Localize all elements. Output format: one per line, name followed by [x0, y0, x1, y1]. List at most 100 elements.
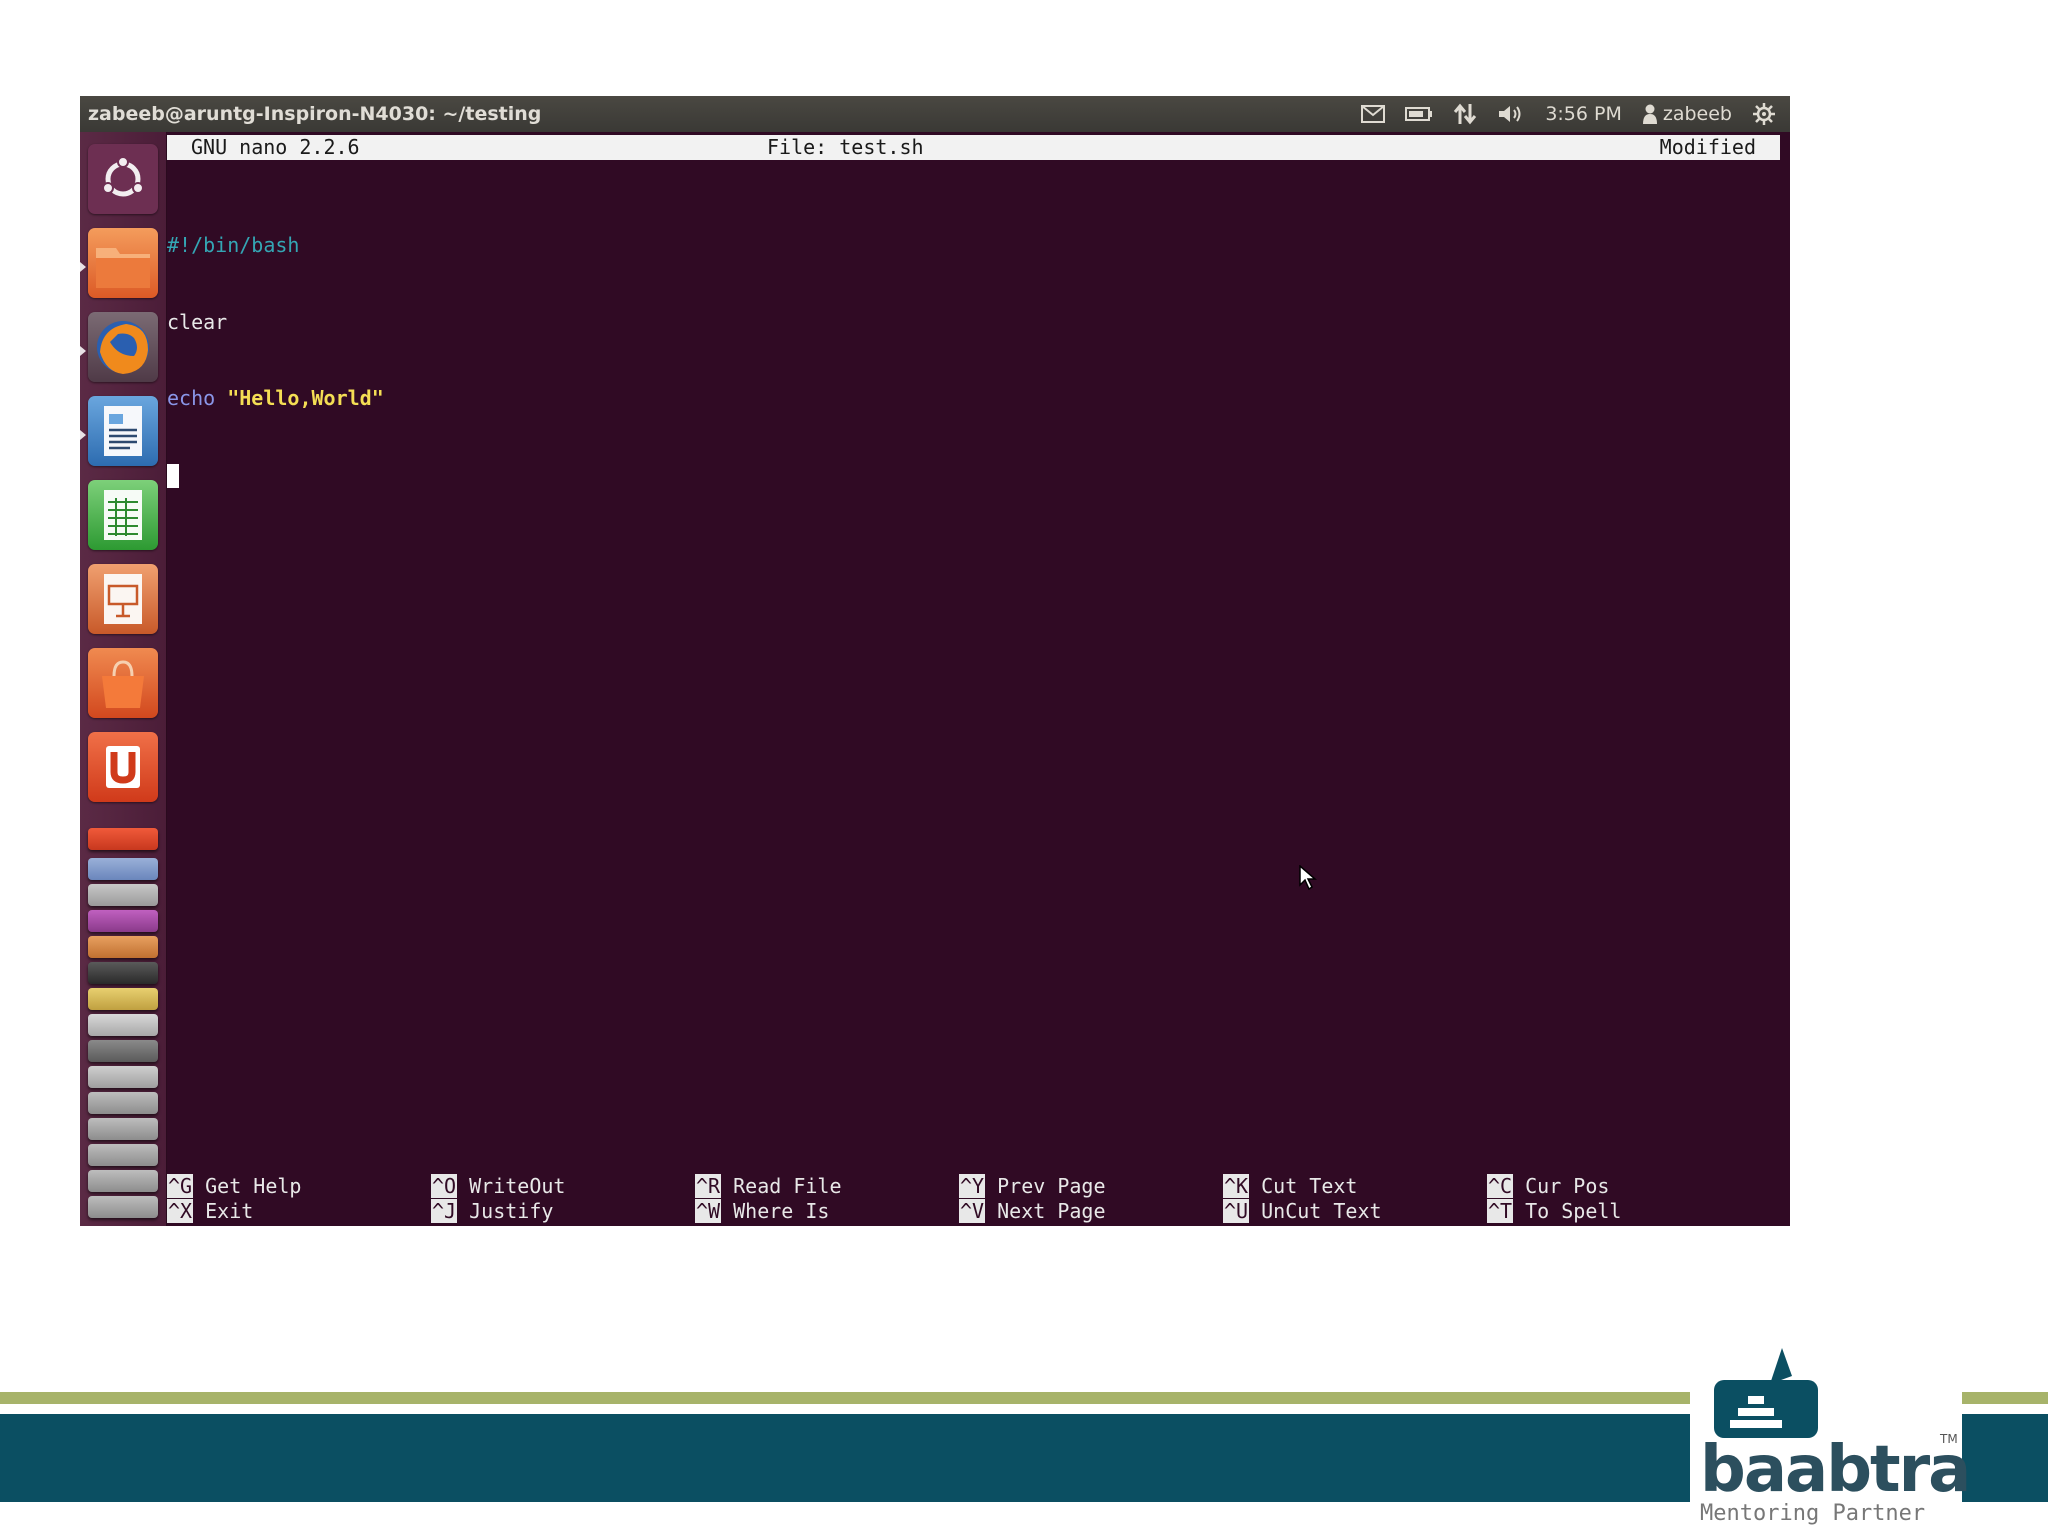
shortcut-writeout[interactable]: ^O WriteOut	[431, 1174, 565, 1199]
shortcut-exit[interactable]: ^X Exit	[167, 1199, 253, 1224]
shortcut-key: ^K	[1223, 1174, 1250, 1198]
text-cursor	[167, 463, 179, 488]
code-line	[167, 463, 384, 489]
running-indicator	[80, 346, 86, 356]
launcher-item-stacked[interactable]	[88, 1040, 158, 1062]
window-title: zabeeb@aruntg-Inspiron-N4030: ~/testing	[88, 103, 542, 125]
shortcut-key: ^X	[167, 1199, 194, 1223]
code-keyword: echo	[167, 386, 216, 410]
code-line: echo "Hello,World"	[167, 386, 384, 412]
launcher-item-stacked[interactable]	[88, 828, 158, 850]
user-name: zabeeb	[1662, 103, 1732, 125]
launcher-ubuntu-one[interactable]	[88, 732, 158, 802]
launcher-item-stacked[interactable]	[88, 1092, 158, 1114]
terminal-window[interactable]: GNU nano 2.2.6 File: test.sh Modified #!…	[167, 132, 1790, 1226]
shortcut-label: Read File	[733, 1174, 842, 1198]
shortcut-next-page[interactable]: ^V Next Page	[959, 1199, 1106, 1224]
launcher-firefox[interactable]	[88, 312, 158, 382]
shortcut-justify[interactable]: ^J Justify	[431, 1199, 553, 1224]
shortcut-cut-text[interactable]: ^K Cut Text	[1223, 1174, 1357, 1199]
shortcut-to-spell[interactable]: ^T To Spell	[1487, 1199, 1621, 1224]
shortcut-label: Get Help	[205, 1174, 302, 1198]
shortcut-label: WriteOut	[469, 1174, 566, 1198]
launcher-item-stacked[interactable]	[88, 884, 158, 906]
running-indicator	[80, 430, 86, 440]
shortcut-key: ^C	[1487, 1174, 1514, 1198]
shortcut-prev-page[interactable]: ^Y Prev Page	[959, 1174, 1106, 1199]
launcher-item-stacked[interactable]	[88, 962, 158, 984]
running-indicator	[80, 262, 86, 272]
user-icon	[1642, 104, 1657, 124]
brand-tagline: Mentoring Partner	[1700, 1501, 1926, 1526]
baabtra-emblem-icon	[1714, 1348, 1818, 1438]
shortcut-label: Prev Page	[997, 1174, 1106, 1198]
nano-file-name: File: test.sh	[767, 135, 924, 159]
shortcut-label: Cut Text	[1261, 1174, 1358, 1198]
indicator-area: 3:56 PM zabeeb	[1361, 102, 1776, 126]
folder-icon	[96, 248, 150, 288]
shortcut-key: ^U	[1223, 1199, 1250, 1223]
shortcut-label: UnCut Text	[1261, 1199, 1382, 1223]
nano-shortcut-bar: ^G Get Help ^O WriteOut ^R Read File ^Y …	[167, 1174, 1780, 1226]
code-line: clear	[167, 309, 228, 334]
launcher-dash-home[interactable]	[88, 144, 158, 214]
shortcut-key: ^J	[431, 1199, 458, 1223]
shortcut-key: ^V	[959, 1199, 986, 1223]
launcher-item-stacked[interactable]	[88, 936, 158, 958]
top-panel: zabeeb@aruntg-Inspiron-N4030: ~/testing …	[80, 96, 1790, 132]
shortcut-key: ^G	[167, 1174, 194, 1198]
launcher-item-stacked[interactable]	[88, 988, 158, 1010]
launcher-item-stacked[interactable]	[88, 858, 158, 880]
launcher-item-stacked[interactable]	[88, 1014, 158, 1036]
shortcut-read-file[interactable]: ^R Read File	[695, 1174, 842, 1199]
trademark-mark: TM	[1940, 1432, 1958, 1446]
shortcut-label: Exit	[205, 1199, 254, 1223]
user-menu[interactable]: zabeeb	[1642, 103, 1732, 125]
launcher-item-stacked[interactable]	[88, 1118, 158, 1140]
launcher-libreoffice-impress[interactable]	[88, 564, 158, 634]
launcher-libreoffice-calc[interactable]	[88, 480, 158, 550]
ubuntu-logo-icon	[102, 156, 144, 197]
nano-title-bar: GNU nano 2.2.6 File: test.sh Modified	[167, 135, 1780, 160]
firefox-icon	[97, 321, 149, 374]
mouse-pointer-icon	[1299, 865, 1317, 891]
volume-icon[interactable]	[1497, 104, 1525, 124]
brand-name: baabtra	[1700, 1433, 1971, 1507]
launcher-item-stacked[interactable]	[88, 1196, 158, 1218]
shortcut-key: ^T	[1487, 1199, 1514, 1223]
nano-version: GNU nano 2.2.6	[191, 135, 360, 159]
document-icon	[104, 406, 142, 456]
shortcut-label: Where Is	[733, 1199, 830, 1223]
shopping-bag-icon	[102, 660, 144, 708]
launcher-software-center[interactable]	[88, 648, 158, 718]
shortcut-label: Cur Pos	[1525, 1174, 1610, 1198]
code-string: "Hello,World"	[227, 386, 384, 410]
spreadsheet-icon	[104, 490, 142, 540]
clock-label[interactable]: 3:56 PM	[1545, 103, 1622, 125]
shortcut-key: ^R	[695, 1174, 722, 1198]
shortcut-cur-pos[interactable]: ^C Cur Pos	[1487, 1174, 1609, 1199]
launcher-item-stacked[interactable]	[88, 1144, 158, 1166]
shortcut-key: ^W	[695, 1199, 722, 1223]
desktop-screen: zabeeb@aruntg-Inspiron-N4030: ~/testing …	[80, 96, 1790, 1226]
launcher-files[interactable]	[88, 228, 158, 298]
shortcut-label: To Spell	[1525, 1199, 1622, 1223]
shortcut-where-is[interactable]: ^W Where Is	[695, 1199, 829, 1224]
battery-icon[interactable]	[1405, 106, 1433, 122]
shortcut-key: ^Y	[959, 1174, 986, 1198]
code-line: #!/bin/bash	[167, 233, 300, 257]
network-icon[interactable]	[1453, 103, 1477, 125]
launcher-libreoffice-writer[interactable]	[88, 396, 158, 466]
shortcut-label: Next Page	[997, 1199, 1106, 1223]
launcher-item-stacked[interactable]	[88, 1066, 158, 1088]
shortcut-uncut-text[interactable]: ^U UnCut Text	[1223, 1199, 1382, 1224]
launcher-item-stacked[interactable]	[88, 910, 158, 932]
shortcut-key: ^O	[431, 1174, 458, 1198]
shortcut-get-help[interactable]: ^G Get Help	[167, 1174, 301, 1199]
mail-icon[interactable]	[1361, 105, 1386, 123]
launcher-item-stacked[interactable]	[88, 1170, 158, 1192]
gear-icon[interactable]	[1752, 102, 1776, 126]
shortcut-label: Justify	[469, 1199, 554, 1223]
launcher	[80, 132, 167, 1226]
editor-buffer[interactable]: #!/bin/bash clear echo "Hello,World"	[167, 182, 384, 539]
